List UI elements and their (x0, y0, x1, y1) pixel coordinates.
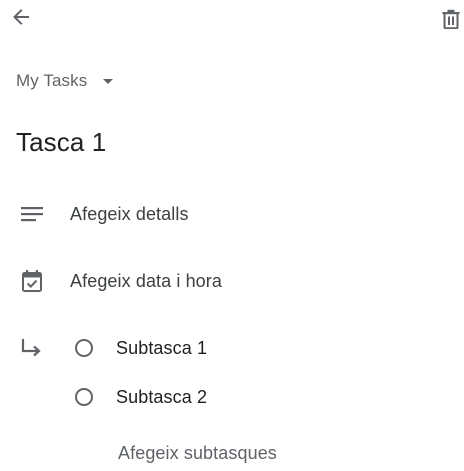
subtask-title[interactable]: Subtasca 1 (116, 338, 207, 359)
list-selector[interactable]: My Tasks (16, 68, 114, 94)
subdirectory-arrow-icon (21, 339, 41, 357)
caret-down-icon (103, 78, 114, 84)
subtask-title[interactable]: Subtasca 2 (116, 387, 207, 408)
arrow-back-icon (13, 9, 29, 25)
subtask-complete-checkbox[interactable] (75, 339, 93, 357)
delete-task-button[interactable] (436, 2, 464, 36)
task-title-input[interactable]: Tasca 1 (16, 127, 106, 158)
add-details-row[interactable]: Afegeix detalls (0, 194, 464, 234)
back-button[interactable] (6, 0, 36, 34)
trash-icon (442, 9, 460, 29)
subtask-item: Subtasca 2 (75, 377, 207, 417)
add-subtasks-button[interactable]: Afegeix subtasques (118, 443, 277, 464)
add-date-label: Afegeix data i hora (70, 270, 222, 291)
subtasks-section-icon (20, 336, 44, 360)
list-selector-label: My Tasks (16, 71, 88, 90)
subtask-item: Subtasca 1 (75, 328, 207, 368)
add-details-label: Afegeix detalls (70, 203, 189, 224)
notes-icon (21, 207, 43, 222)
add-date-row[interactable]: Afegeix data i hora (0, 261, 464, 301)
calendar-icon (22, 270, 42, 292)
subtask-complete-checkbox[interactable] (75, 388, 93, 406)
